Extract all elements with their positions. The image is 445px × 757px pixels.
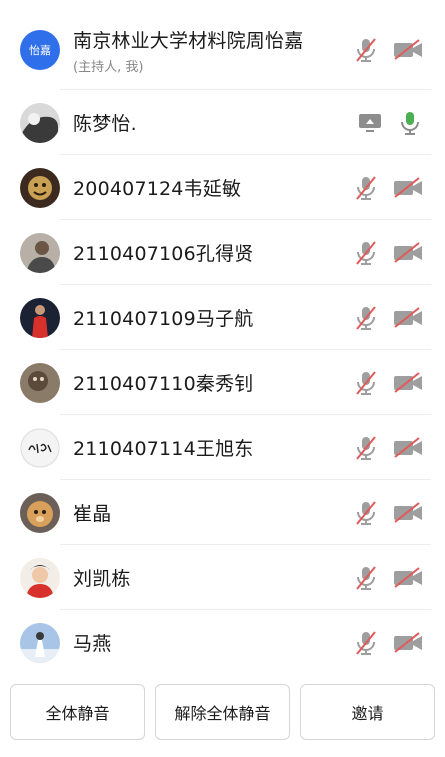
camera-off-icon[interactable] <box>393 240 423 266</box>
participant-row[interactable]: 2110407110秦秀钊 <box>0 350 445 415</box>
mute-all-button[interactable]: 全体静音 <box>10 684 145 740</box>
participant-controls <box>353 565 423 591</box>
mic-muted-icon[interactable] <box>353 435 379 461</box>
avatar <box>20 557 60 598</box>
mic-muted-icon[interactable] <box>353 175 379 201</box>
participant-row[interactable]: 崔晶 <box>0 480 445 545</box>
camera-off-icon[interactable] <box>393 500 423 526</box>
participant-name: 崔晶 <box>73 503 112 525</box>
participant-info: 崔晶 <box>73 499 111 526</box>
participant-name: 200407124韦延敏 <box>73 178 242 200</box>
participant-name: 2110407114王旭东 <box>73 438 254 460</box>
participant-name: 2110407109马子航 <box>73 308 254 330</box>
participant-role: (主持人, 我) <box>73 59 144 75</box>
camera-off-icon[interactable] <box>393 565 423 591</box>
participant-controls <box>353 305 423 331</box>
invite-button[interactable]: 邀请 <box>300 684 435 740</box>
participant-row[interactable]: 2110407114王旭东 <box>0 415 445 480</box>
participant-info: 马燕 <box>73 629 111 656</box>
participant-list: 怡嘉 南京林业大学材料院周怡嘉 (主持人, 我) 陈梦怡. 200407124韦… <box>0 10 445 675</box>
participant-controls <box>357 110 423 136</box>
participant-name: 南京林业大学材料院周怡嘉 <box>73 29 304 52</box>
mic-muted-icon[interactable] <box>353 37 379 63</box>
participant-controls <box>353 435 423 461</box>
participant-info: 200407124韦延敏 <box>73 174 241 201</box>
avatar <box>20 362 60 403</box>
camera-off-icon[interactable] <box>393 305 423 331</box>
participant-controls <box>353 37 423 63</box>
participant-name: 马燕 <box>73 633 112 655</box>
participants-screen: 怡嘉 南京林业大学材料院周怡嘉 (主持人, 我) 陈梦怡. 200407124韦… <box>0 0 445 757</box>
participant-row[interactable]: 刘凯栋 <box>0 545 445 610</box>
participant-info: 2110407109马子航 <box>73 304 253 331</box>
mic-muted-icon[interactable] <box>353 370 379 396</box>
mic-muted-icon[interactable] <box>353 500 379 526</box>
avatar <box>20 622 60 663</box>
mic-muted-icon[interactable] <box>353 240 379 266</box>
mic-active-icon[interactable] <box>397 110 423 136</box>
mic-muted-icon[interactable] <box>353 305 379 331</box>
avatar: 怡嘉 <box>20 30 60 70</box>
participant-name: 刘凯栋 <box>73 568 131 590</box>
participant-controls <box>353 630 423 656</box>
camera-off-icon[interactable] <box>393 435 423 461</box>
camera-off-icon[interactable] <box>393 175 423 201</box>
participant-controls <box>353 500 423 526</box>
avatar <box>20 492 60 533</box>
unmute-all-button[interactable]: 解除全体静音 <box>155 684 290 740</box>
participant-name: 2110407110秦秀钊 <box>73 373 254 395</box>
avatar <box>20 102 60 143</box>
participant-info: 2110407110秦秀钊 <box>73 369 253 396</box>
participant-row[interactable]: 2110407106孔得贤 <box>0 220 445 285</box>
participant-info: 南京林业大学材料院周怡嘉 (主持人, 我) <box>73 26 303 75</box>
mic-muted-icon[interactable] <box>353 630 379 656</box>
participant-controls <box>353 175 423 201</box>
avatar <box>20 167 60 208</box>
participant-info: 陈梦怡. <box>73 109 137 136</box>
camera-off-icon[interactable] <box>393 37 423 63</box>
participant-info: 刘凯栋 <box>73 564 131 591</box>
avatar-initials: 怡嘉 <box>29 44 51 57</box>
participant-name: 2110407106孔得贤 <box>73 243 254 265</box>
avatar <box>20 232 60 273</box>
participant-info: 2110407114王旭东 <box>73 434 253 461</box>
participant-row[interactable]: 马燕 <box>0 610 445 675</box>
camera-off-icon[interactable] <box>393 370 423 396</box>
participant-row[interactable]: 2110407109马子航 <box>0 285 445 350</box>
participant-row[interactable]: 怡嘉 南京林业大学材料院周怡嘉 (主持人, 我) <box>0 10 445 90</box>
mic-muted-icon[interactable] <box>353 565 379 591</box>
camera-off-icon[interactable] <box>393 630 423 656</box>
participant-name: 陈梦怡. <box>73 113 137 135</box>
participant-row[interactable]: 陈梦怡. <box>0 90 445 155</box>
avatar <box>20 427 60 468</box>
participant-info: 2110407106孔得贤 <box>73 239 253 266</box>
participant-row[interactable]: 200407124韦延敏 <box>0 155 445 220</box>
participant-controls <box>353 240 423 266</box>
action-bar: 全体静音 解除全体静音 邀请 <box>0 684 445 740</box>
participant-controls <box>353 370 423 396</box>
avatar <box>20 297 60 338</box>
screen-share-icon[interactable] <box>357 110 383 136</box>
